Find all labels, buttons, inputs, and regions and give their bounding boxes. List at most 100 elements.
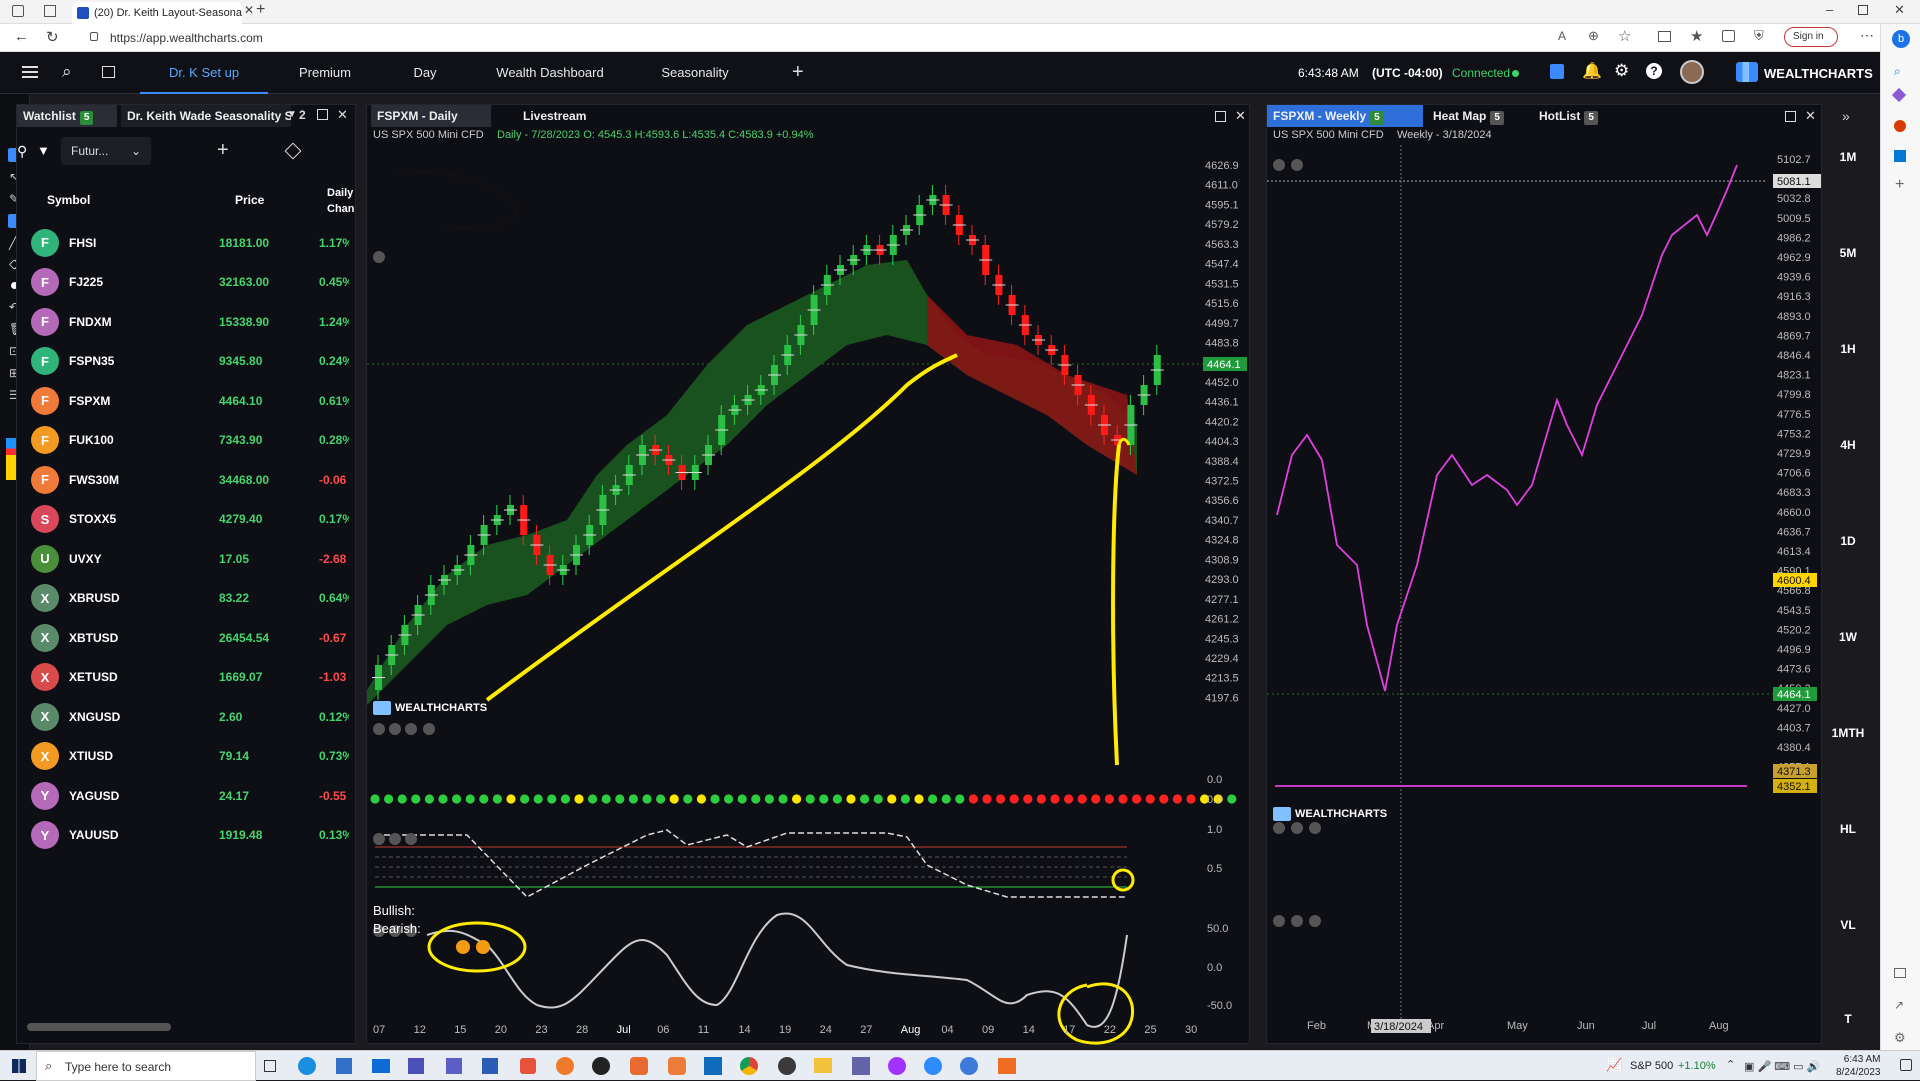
category-select[interactable]: Futur... ⌄ xyxy=(61,137,151,165)
table-row[interactable]: X XETUSD 1669.07 -1.03 xyxy=(17,658,357,698)
mail-app-icon[interactable] xyxy=(372,1059,390,1073)
expand-icon[interactable] xyxy=(1785,111,1796,122)
help-icon[interactable]: ? xyxy=(1646,63,1662,79)
tab-wealth-dashboard[interactable]: Wealth Dashboard xyxy=(490,52,610,94)
restore-icon[interactable] xyxy=(1858,5,1868,15)
bell-icon[interactable]: 🔔 xyxy=(1582,61,1602,81)
sign-in-button[interactable]: Sign in xyxy=(1784,27,1838,47)
zoom-icon[interactable]: ⊕ xyxy=(1588,28,1599,44)
table-row[interactable]: F FSPN35 9345.80 0.24% xyxy=(17,342,357,382)
expand-icon[interactable] xyxy=(317,109,328,120)
edge-app-icon[interactable] xyxy=(298,1057,316,1075)
table-row[interactable]: X XBRUSD 83.22 0.64% xyxy=(17,579,357,619)
tab-dropdown-icon[interactable]: ▼ xyxy=(287,109,297,120)
remote-app-icon[interactable] xyxy=(960,1057,978,1075)
outlook-app-icon[interactable] xyxy=(704,1057,722,1075)
shield-icon[interactable]: ⛨ xyxy=(1754,28,1764,44)
open-external-icon[interactable]: ↗ xyxy=(1894,998,1904,1012)
tab-premium[interactable]: Premium xyxy=(280,52,370,94)
tab-actions-icon[interactable] xyxy=(44,5,56,17)
sidebar-settings-icon[interactable]: ⚙ xyxy=(1894,1030,1906,1046)
browser-tab[interactable]: (20) Dr. Keith Layout-Seasonal - xyxy=(72,2,242,24)
favorites-icon[interactable]: ★ xyxy=(1690,27,1703,45)
col-symbol-header[interactable]: Symbol xyxy=(47,193,90,207)
tag-sidebar-icon[interactable] xyxy=(1891,87,1907,103)
refresh-icon[interactable]: ↻ xyxy=(46,28,59,46)
tag-icon[interactable] xyxy=(284,142,302,160)
weekly-chart-tab[interactable]: FSPXM - Weekly 5 xyxy=(1267,105,1423,127)
taskbar-search[interactable]: ⌕ Type here to search xyxy=(36,1051,256,1081)
close-icon[interactable]: ✕ xyxy=(337,107,348,123)
workspaces-icon[interactable] xyxy=(12,5,24,17)
table-row[interactable]: F FHSI 18181.00 1.17% xyxy=(17,223,357,263)
obs-app-icon[interactable] xyxy=(592,1057,610,1075)
tab-seasonality[interactable]: Seasonality xyxy=(650,52,740,94)
table-row[interactable]: X XBTUSD 26454.54 -0.67 xyxy=(17,618,357,658)
task-view-icon[interactable] xyxy=(264,1060,276,1072)
table-row[interactable]: Y YAUUSD 1919.48 0.13% xyxy=(17,816,357,856)
gear-icon[interactable]: ⚙ xyxy=(1614,61,1629,81)
ninjatrader-app-icon[interactable] xyxy=(998,1058,1016,1074)
snagit-editor-app-icon[interactable] xyxy=(668,1057,686,1075)
teams2-app-icon[interactable] xyxy=(852,1057,870,1075)
table-row[interactable]: U UVXY 17.05 -2.68 xyxy=(17,539,357,579)
table-row[interactable]: F FWS30M 34468.00 -0.06 xyxy=(17,460,357,500)
word-app-icon[interactable] xyxy=(482,1058,498,1074)
save-icon[interactable] xyxy=(1550,64,1564,79)
snagit-app-icon[interactable] xyxy=(630,1057,648,1075)
table-row[interactable]: X XNGUSD 2.60 0.12% xyxy=(17,697,357,737)
close-icon[interactable]: ✕ xyxy=(1235,108,1246,124)
firefox-app-icon[interactable] xyxy=(556,1057,574,1075)
tray-chevron-icon[interactable]: ⌃ xyxy=(1726,1058,1735,1071)
daily-chart-canvas[interactable]: 4626.9 4611.0 4595.1 4579.2 4563.3 4547.4 4531… xyxy=(367,145,1251,1045)
livestream-tab[interactable]: Livestream xyxy=(517,105,607,127)
split-screen-icon[interactable] xyxy=(1658,31,1671,42)
windows-start-icon[interactable] xyxy=(12,1059,26,1073)
outlook-sidebar-icon[interactable] xyxy=(1894,150,1906,162)
favorite-icon[interactable]: ☆ xyxy=(1618,27,1631,45)
tray-icons[interactable]: ▣ 🎤 ⌨ ▭ 🔊 xyxy=(1744,1060,1820,1073)
teams-app-icon[interactable] xyxy=(446,1058,462,1074)
collections-icon[interactable] xyxy=(1722,30,1735,42)
table-row[interactable]: F FSPXM 4464.10 0.61% xyxy=(17,381,357,421)
tab-dr-k-setup[interactable]: Dr. K Set up xyxy=(140,52,268,94)
table-row[interactable]: F FNDXM 15338.90 1.24% xyxy=(17,302,357,342)
taskbar-ticker[interactable]: S&P 500 xyxy=(1630,1060,1673,1072)
heat-map-tab[interactable]: Heat Map 5 xyxy=(1427,105,1527,127)
search-sidebar-icon[interactable]: ⌕ xyxy=(1894,64,1901,79)
whatsapp-app-icon[interactable] xyxy=(778,1057,796,1075)
more-menu-icon[interactable]: ⋯ xyxy=(1860,27,1874,44)
timeframe-1d[interactable]: 1D xyxy=(1828,534,1868,548)
back-icon[interactable]: ← xyxy=(14,28,29,45)
read-aloud-icon[interactable]: A xyxy=(1558,29,1566,43)
timeframe-1w[interactable]: 1W xyxy=(1828,630,1868,644)
bing-icon[interactable]: b xyxy=(1892,30,1910,48)
new-tab-icon[interactable]: + xyxy=(256,1,265,19)
add-tab-icon[interactable]: + xyxy=(792,61,804,84)
tab-day[interactable]: Day xyxy=(395,52,455,94)
url-field[interactable]: https://app.wealthcharts.com xyxy=(110,31,263,45)
notifications-icon[interactable] xyxy=(1900,1059,1912,1071)
watchlist-tab[interactable]: Watchlist 5 xyxy=(17,105,117,127)
messenger-app-icon[interactable] xyxy=(888,1057,906,1075)
timeframe-5m[interactable]: 5M xyxy=(1828,246,1868,260)
close-tab-icon[interactable]: ✕ xyxy=(244,3,254,17)
explorer-app-icon[interactable] xyxy=(814,1058,832,1073)
hotlist-tab[interactable]: HotList 5 xyxy=(1533,105,1623,127)
table-row[interactable]: Y YAGUSD 24.17 -0.55 xyxy=(17,776,357,816)
timeframe-1mth[interactable]: 1MTH xyxy=(1828,726,1868,740)
table-row[interactable]: S STOXX5 4279.40 0.17% xyxy=(17,500,357,540)
col-change-header[interactable]: Daily Chan xyxy=(327,185,357,217)
timezone[interactable]: (UTC -04:00) xyxy=(1372,66,1443,80)
seasonality-watchlist-tab[interactable]: Dr. Keith Wade Seasonality S xyxy=(121,105,291,127)
horizontal-scrollbar[interactable] xyxy=(27,1023,171,1031)
timeframe-1h[interactable]: 1H xyxy=(1828,342,1868,356)
add-symbol-icon[interactable]: + xyxy=(217,139,229,162)
avatar[interactable] xyxy=(1680,60,1704,84)
store-app-icon[interactable] xyxy=(336,1058,352,1074)
layouts-icon[interactable] xyxy=(102,66,115,78)
calendar-app-icon[interactable] xyxy=(408,1058,424,1074)
timeframe-1m[interactable]: 1M xyxy=(1828,150,1868,164)
window-close-icon[interactable]: ✕ xyxy=(1894,2,1905,18)
timeframe-4h[interactable]: 4H xyxy=(1828,438,1868,452)
